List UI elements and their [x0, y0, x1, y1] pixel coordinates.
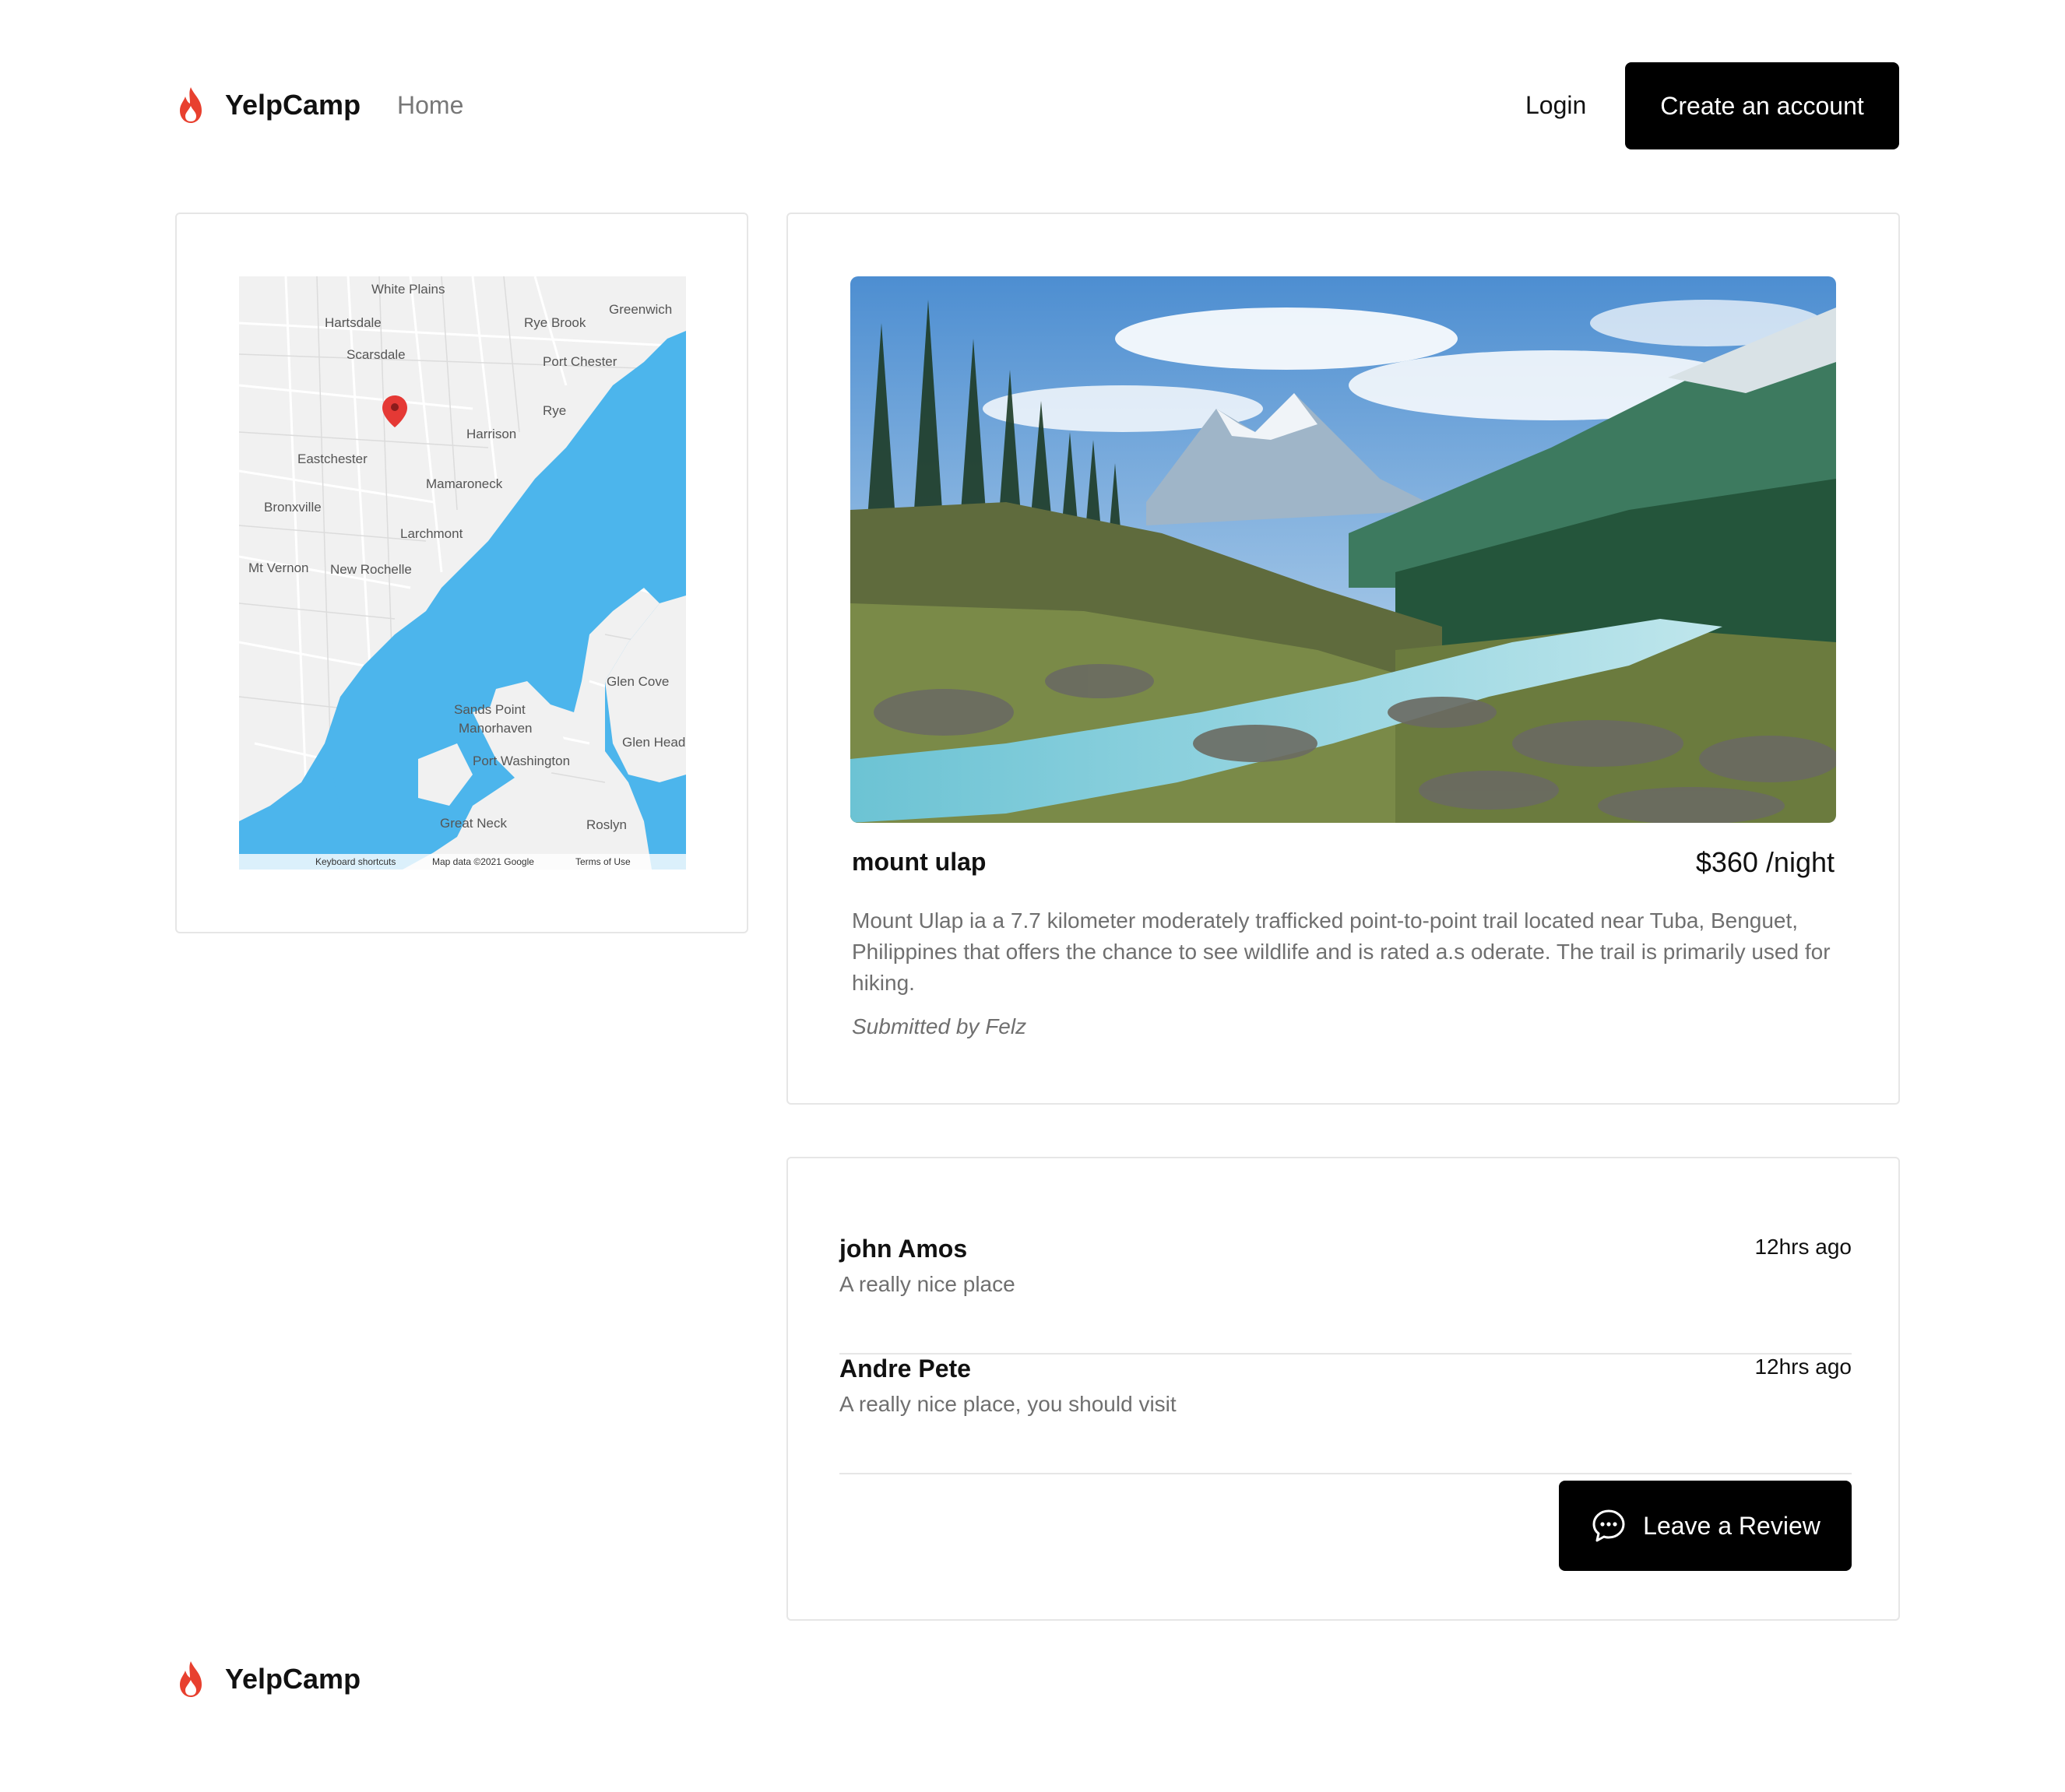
- create-account-button[interactable]: Create an account: [1625, 62, 1899, 149]
- submitted-by: Submitted by Felz: [852, 1014, 1027, 1038]
- review-item: Andre Pete 12hrs ago A really nice place…: [839, 1355, 1852, 1474]
- landscape-image: [850, 276, 1836, 823]
- leave-review-label: Leave a Review: [1643, 1511, 1821, 1540]
- location-map[interactable]: White Plains Greenwich Hartsdale Rye Bro…: [239, 276, 686, 870]
- svg-text:Glen Cove: Glen Cove: [607, 674, 669, 689]
- svg-text:Map data ©2021 Google: Map data ©2021 Google: [432, 856, 534, 867]
- svg-text:Scarsdale: Scarsdale: [347, 347, 406, 362]
- svg-text:Manorhaven: Manorhaven: [459, 721, 533, 736]
- svg-text:Rye Brook: Rye Brook: [524, 315, 586, 330]
- campground-description: Mount Ulap ia a 7.7 kilometer moderately…: [852, 908, 1831, 995]
- svg-text:Mamaroneck: Mamaroneck: [426, 476, 503, 491]
- svg-text:Harrison: Harrison: [466, 427, 516, 441]
- svg-text:White Plains: White Plains: [371, 282, 445, 297]
- campground-price: $360 /night: [1695, 846, 1835, 878]
- flame-icon: [180, 87, 202, 123]
- svg-text:Greenwich: Greenwich: [609, 302, 672, 317]
- brand-name: YelpCamp: [225, 89, 361, 121]
- flame-icon: [180, 1661, 202, 1697]
- brand-logo[interactable]: YelpCamp: [175, 86, 361, 125]
- footer-brand-name: YelpCamp: [225, 1663, 361, 1695]
- svg-text:Great Neck: Great Neck: [440, 816, 507, 831]
- review-time: 12hrs ago: [1754, 1235, 1852, 1259]
- leave-review-button[interactable]: Leave a Review: [1559, 1481, 1852, 1571]
- svg-text:Larchmont: Larchmont: [400, 526, 463, 541]
- svg-text:Roslyn: Roslyn: [586, 817, 627, 832]
- reviews-card: john Amos 12hrs ago A really nice place …: [786, 1157, 1900, 1621]
- svg-text:Keyboard shortcuts: Keyboard shortcuts: [315, 856, 396, 867]
- chat-bubble-icon: [1592, 1509, 1625, 1542]
- map-canvas[interactable]: White Plains Greenwich Hartsdale Rye Bro…: [239, 276, 686, 870]
- svg-text:New Rochelle: New Rochelle: [330, 562, 412, 577]
- review-item: john Amos 12hrs ago A really nice place: [839, 1235, 1852, 1355]
- campground-page: YelpCamp Home Login Create an account Wh…: [0, 0, 2065, 1792]
- svg-text:Hartsdale: Hartsdale: [325, 315, 382, 330]
- svg-text:Port Chester: Port Chester: [543, 354, 617, 369]
- svg-text:Glen Head: Glen Head: [622, 735, 685, 750]
- top-navbar: YelpCamp Home Login Create an account: [175, 62, 1899, 149]
- review-author: Andre Pete: [839, 1355, 971, 1383]
- svg-text:Eastchester: Eastchester: [297, 452, 368, 466]
- campground-photo: [850, 276, 1836, 823]
- review-author: john Amos: [839, 1235, 968, 1263]
- login-link[interactable]: Login: [1525, 91, 1586, 120]
- nav-home-link[interactable]: Home: [397, 91, 463, 120]
- campground-title: mount ulap: [852, 848, 987, 876]
- footer-brand[interactable]: YelpCamp: [175, 1660, 361, 1699]
- svg-text:Rye: Rye: [543, 403, 566, 418]
- svg-text:Bronxville: Bronxville: [264, 500, 322, 515]
- campground-detail-card: mount ulap $360 /night Mount Ulap ia a 7…: [786, 213, 1900, 1105]
- review-time: 12hrs ago: [1754, 1355, 1852, 1379]
- review-text: A really nice place: [839, 1272, 1015, 1296]
- svg-text:Mt Vernon: Mt Vernon: [248, 560, 309, 575]
- svg-text:Port Washington: Port Washington: [473, 754, 570, 768]
- map-attribution[interactable]: Keyboard shortcuts Map data ©2021 Google…: [315, 856, 631, 867]
- svg-text:Terms of Use: Terms of Use: [575, 856, 631, 867]
- review-text: A really nice place, you should visit: [839, 1392, 1177, 1416]
- svg-text:Sands Point: Sands Point: [454, 702, 526, 717]
- map-card: White Plains Greenwich Hartsdale Rye Bro…: [175, 213, 748, 933]
